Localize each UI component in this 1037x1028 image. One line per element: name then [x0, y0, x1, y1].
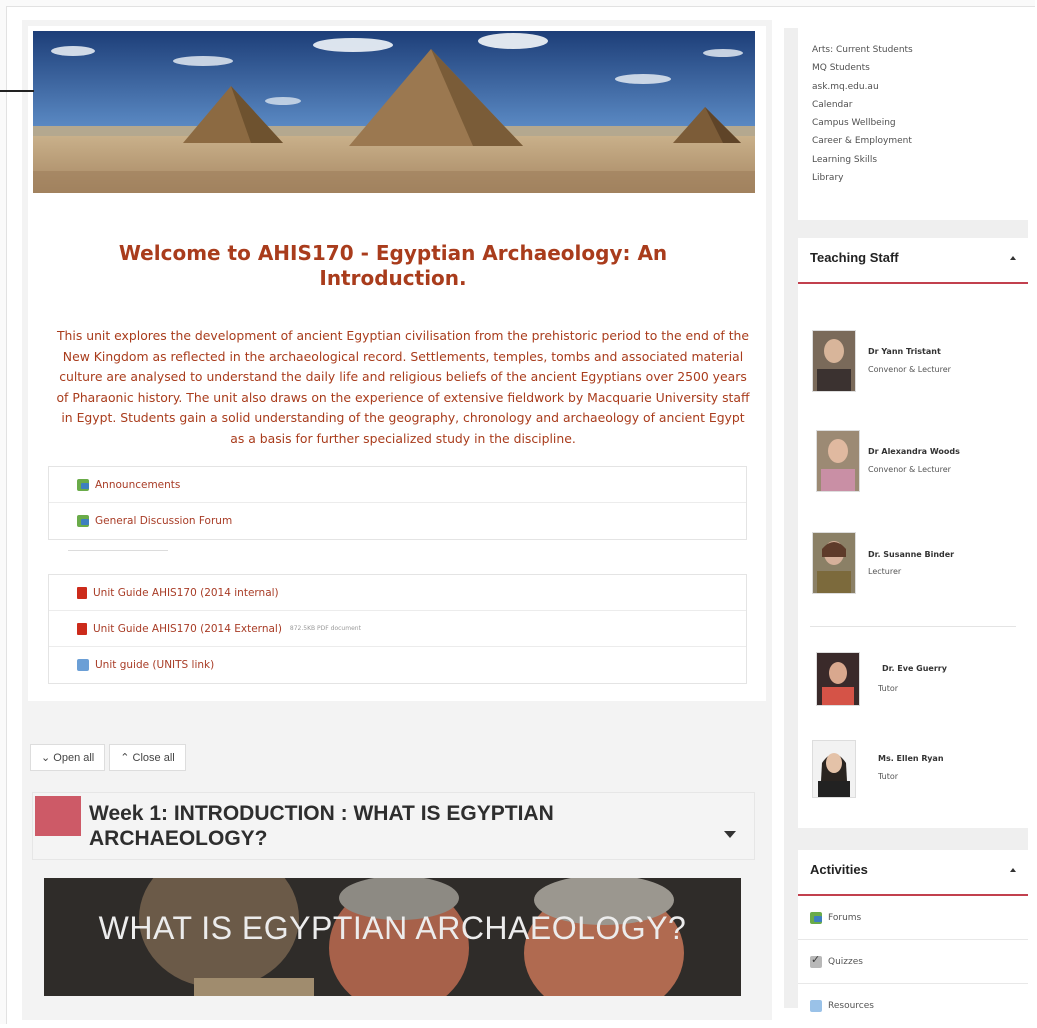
list-item-label[interactable]: Unit guide (UNITS link) — [95, 659, 214, 671]
list-item-announcements[interactable]: Announcements — [49, 467, 746, 503]
week-title: Week 1: INTRODUCTION : WHAT IS EGYPTIAN … — [89, 802, 554, 850]
caret-down-icon[interactable] — [724, 831, 736, 838]
sidebar: Arts: Current Students MQ Students ask.m… — [784, 28, 1028, 1012]
avatar — [816, 652, 860, 706]
activities-block: Activities Forums Quizzes Resources — [798, 850, 1028, 1012]
list-item-unit-guide-link[interactable]: Unit guide (UNITS link) — [49, 647, 746, 683]
file-meta: 872.5KB PDF document — [289, 625, 361, 632]
activity-resources[interactable]: Resources — [798, 984, 1028, 1028]
course-description: This unit explores the development of an… — [56, 328, 750, 446]
pyramids-banner-image — [33, 31, 755, 193]
document-list: Unit Guide AHIS170 (2014 internal) Unit … — [48, 574, 747, 684]
list-item-unit-guide-internal[interactable]: Unit Guide AHIS170 (2014 internal) — [49, 575, 746, 611]
window-left-edge — [0, 6, 7, 1024]
open-all-button[interactable]: ⌄ Open all — [30, 744, 106, 771]
quick-links-block: Arts: Current Students MQ Students ask.m… — [798, 28, 1028, 220]
list-item-unit-guide-external[interactable]: Unit Guide AHIS170 (2014 External) 872.5… — [49, 611, 746, 647]
block-title: Teaching Staff — [810, 250, 899, 265]
list-item-label[interactable]: Unit Guide AHIS170 (2014 internal) — [93, 587, 279, 599]
pdf-icon — [77, 622, 87, 635]
url-icon — [77, 659, 89, 671]
activity-quizzes[interactable]: Quizzes — [798, 940, 1028, 984]
week-1-header[interactable]: Week 1: INTRODUCTION : WHAT IS EGYPTIAN … — [32, 792, 755, 860]
forum-icon — [77, 478, 89, 491]
list-item-label[interactable]: Unit Guide AHIS170 (2014 External) — [93, 623, 282, 635]
link-mq-students[interactable]: MQ Students — [798, 59, 1028, 77]
staff-role: Convenor & Lecturer — [868, 365, 951, 374]
link-career-employment[interactable]: Career & Employment — [798, 132, 1028, 150]
activities-header[interactable]: Activities — [798, 850, 1028, 896]
avatar — [812, 740, 856, 798]
link-ask-mq[interactable]: ask.mq.edu.au — [798, 78, 1028, 96]
forum-list: Announcements General Discussion Forum — [48, 466, 747, 540]
list-item-general-discussion[interactable]: General Discussion Forum — [49, 503, 746, 539]
divider — [0, 90, 34, 92]
avatar — [816, 430, 860, 492]
activity-forums[interactable]: Forums — [798, 896, 1028, 940]
link-campus-wellbeing[interactable]: Campus Wellbeing — [798, 114, 1028, 132]
staff-name: Dr Alexandra Woods — [868, 447, 960, 456]
avatar — [812, 532, 856, 594]
window-top-edge — [0, 0, 1035, 7]
collapse-caret-icon[interactable] — [1010, 256, 1016, 260]
list-item-label[interactable]: General Discussion Forum — [95, 515, 232, 527]
course-summary-card: Welcome to AHIS170 - Egyptian Archaeolog… — [28, 26, 766, 701]
avatar — [812, 330, 856, 392]
activity-label[interactable]: Resources — [828, 1001, 874, 1011]
collapse-caret-icon[interactable] — [1010, 868, 1016, 872]
course-title: Welcome to AHIS170 - Egyptian Archaeolog… — [118, 241, 668, 290]
list-item-label[interactable]: Announcements — [95, 479, 180, 491]
link-calendar[interactable]: Calendar — [798, 96, 1028, 114]
activity-label[interactable]: Quizzes — [828, 957, 863, 967]
staff-role: Tutor — [878, 684, 899, 693]
staff-role: Tutor — [878, 772, 899, 781]
staff-name: Dr. Eve Guerry — [882, 664, 947, 673]
divider — [810, 626, 1016, 627]
block-title: Activities — [810, 862, 868, 877]
forum-icon — [77, 515, 89, 527]
staff-role: Lecturer — [868, 567, 902, 576]
week-video-banner[interactable]: WHAT IS EGYPTIAN ARCHAEOLOGY? — [44, 878, 741, 996]
teaching-staff-block: Teaching Staff Dr Yann Tristant Convenor… — [798, 238, 1028, 828]
week-color-swatch — [35, 796, 81, 836]
staff-name: Dr. Susanne Binder — [868, 550, 955, 559]
link-learning-skills[interactable]: Learning Skills — [798, 151, 1028, 169]
divider — [68, 550, 168, 551]
activity-label[interactable]: Forums — [828, 913, 861, 923]
staff-name: Ms. Ellen Ryan — [878, 754, 944, 763]
staff-name: Dr Yann Tristant — [868, 347, 941, 356]
pdf-icon — [77, 586, 87, 599]
link-arts-current-students[interactable]: Arts: Current Students — [798, 28, 1028, 59]
section-toggles: ⌄ Open all ⌃ Close all — [30, 744, 186, 771]
link-library[interactable]: Library — [798, 169, 1028, 187]
resource-icon — [810, 1000, 822, 1012]
quiz-icon — [810, 953, 822, 968]
main-column: Welcome to AHIS170 - Egyptian Archaeolog… — [22, 20, 772, 1020]
close-all-button[interactable]: ⌃ Close all — [109, 744, 186, 771]
forum-icon — [810, 911, 822, 924]
video-title: WHAT IS EGYPTIAN ARCHAEOLOGY? — [98, 910, 687, 946]
staff-role: Convenor & Lecturer — [868, 465, 951, 474]
teaching-staff-header[interactable]: Teaching Staff — [798, 238, 1028, 284]
